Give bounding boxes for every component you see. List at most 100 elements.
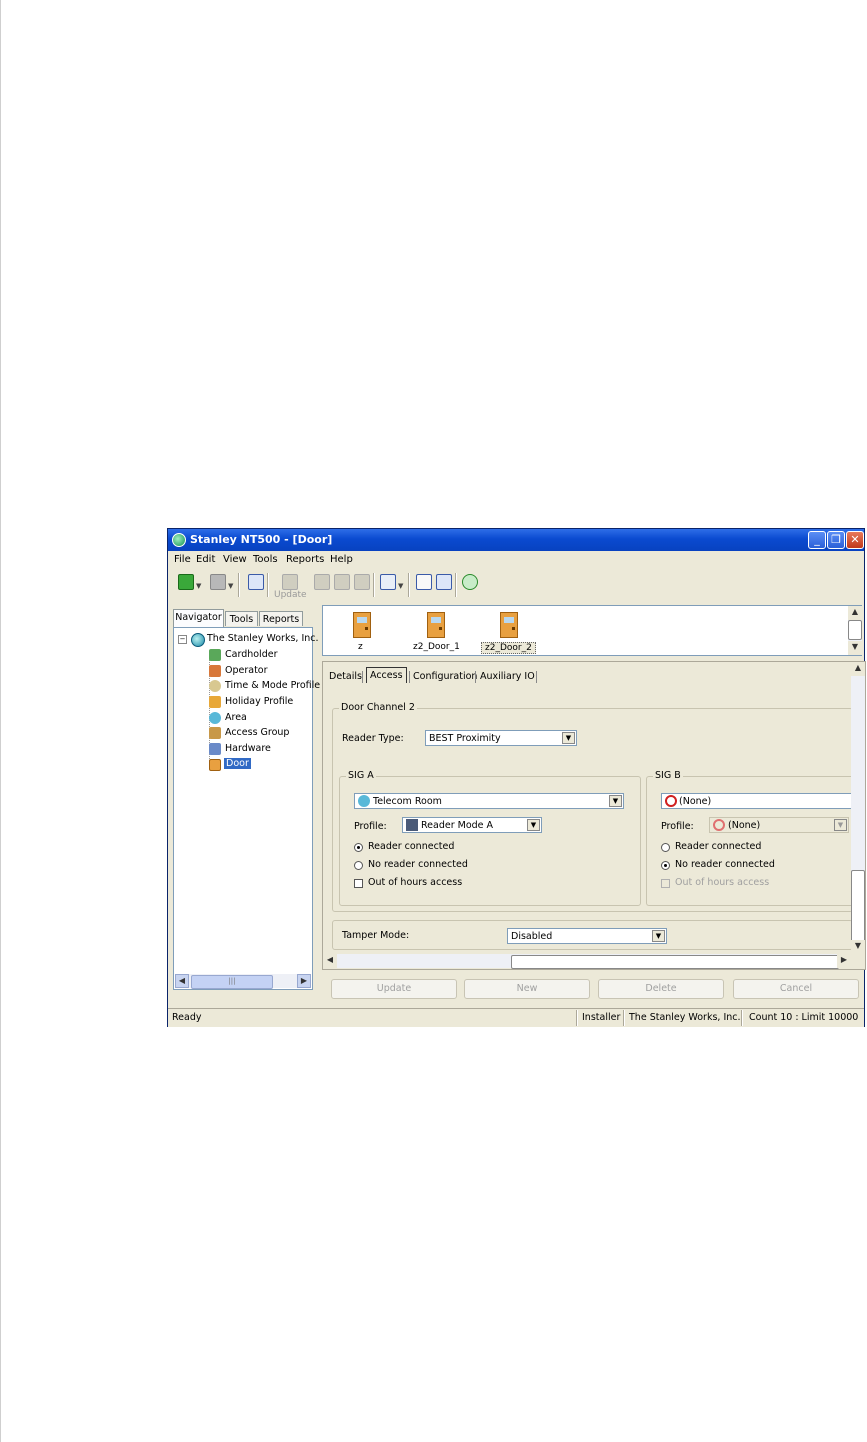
door-channel-group: Door Channel 2 Reader Type: BEST Proximi… xyxy=(332,702,855,912)
view-icon[interactable] xyxy=(380,574,396,590)
sig-b-reader-connected-radio[interactable] xyxy=(661,843,670,852)
list-vertical-scrollbar[interactable]: ▲ ▼ xyxy=(848,606,862,655)
sig-a-out-of-hours-checkbox[interactable] xyxy=(354,879,363,888)
record-prev-icon[interactable] xyxy=(334,574,350,590)
scroll-down-icon[interactable]: ▼ xyxy=(851,940,865,954)
tree-item-cardholder[interactable]: Cardholder xyxy=(225,649,277,660)
scroll-thumb[interactable] xyxy=(511,955,839,969)
back-dropdown-icon[interactable]: ▼ xyxy=(196,582,201,590)
cancel-button[interactable]: Cancel xyxy=(733,979,859,999)
menu-reports[interactable]: Reports xyxy=(286,554,324,565)
holiday-icon xyxy=(209,696,221,708)
scroll-right-icon[interactable]: ▶ xyxy=(297,974,311,988)
forward-dropdown-icon[interactable]: ▼ xyxy=(228,582,233,590)
tree-item-door[interactable]: Door xyxy=(224,758,251,769)
door-icon[interactable] xyxy=(353,612,371,638)
navigator-tree: − The Stanley Works, Inc. Cardholder Ope… xyxy=(173,627,320,990)
tab-configuration[interactable]: Configuration xyxy=(413,669,477,684)
chevron-down-icon[interactable]: ▼ xyxy=(527,819,540,831)
new-button[interactable]: New xyxy=(464,979,590,999)
tree-horizontal-scrollbar[interactable]: ◀ ||| ▶ xyxy=(175,974,311,989)
tree-item-holiday-profile[interactable]: Holiday Profile xyxy=(225,696,293,707)
door-icon[interactable] xyxy=(427,612,445,638)
scroll-thumb[interactable] xyxy=(848,620,862,640)
view-dropdown-icon[interactable]: ▼ xyxy=(398,582,403,590)
edit-icon[interactable] xyxy=(416,574,432,590)
tree-root[interactable]: The Stanley Works, Inc. xyxy=(207,633,319,644)
door-item-label[interactable]: z xyxy=(358,642,363,652)
update-button[interactable]: Update xyxy=(331,979,457,999)
tree-item-operator[interactable]: Operator xyxy=(225,665,268,676)
sig-a-reader-connected-radio[interactable] xyxy=(354,843,363,852)
tab-navigator[interactable]: Navigator xyxy=(173,609,224,627)
menu-edit[interactable]: Edit xyxy=(196,554,215,565)
toolbar-separator xyxy=(238,573,240,597)
reader-type-select[interactable]: BEST Proximity ▼ xyxy=(425,730,577,746)
status-divider xyxy=(623,1010,625,1026)
scroll-left-icon[interactable]: ◀ xyxy=(323,954,337,968)
menu-tools[interactable]: Tools xyxy=(253,554,278,565)
properties-icon[interactable] xyxy=(436,574,452,590)
scroll-down-icon[interactable]: ▼ xyxy=(848,641,862,655)
sig-b-area-select[interactable]: (None) xyxy=(661,793,855,809)
collapse-toggle[interactable]: − xyxy=(178,635,187,644)
menu-view[interactable]: View xyxy=(223,554,247,565)
refresh-icon[interactable] xyxy=(462,574,478,590)
scroll-right-icon[interactable]: ▶ xyxy=(837,954,851,968)
tab-reports[interactable]: Reports xyxy=(259,611,303,626)
chevron-down-icon[interactable]: ▼ xyxy=(834,819,847,831)
sig-b-no-reader-radio[interactable] xyxy=(661,861,670,870)
tab-separator xyxy=(536,671,537,683)
record-first-icon[interactable] xyxy=(314,574,330,590)
tree-item-access-group[interactable]: Access Group xyxy=(225,727,289,738)
chevron-down-icon[interactable]: ▼ xyxy=(609,795,622,807)
panel-vertical-scrollbar[interactable]: ▲ ▼ xyxy=(851,662,865,954)
update-icon[interactable] xyxy=(282,574,298,590)
close-button[interactable]: ✕ xyxy=(846,531,864,549)
record-next-icon[interactable] xyxy=(354,574,370,590)
tamper-mode-value: Disabled xyxy=(511,931,553,942)
chevron-down-icon[interactable]: ▼ xyxy=(562,732,575,744)
maximize-button[interactable]: ❐ xyxy=(827,531,845,549)
menu-file[interactable]: File xyxy=(174,554,191,565)
chevron-down-icon[interactable]: ▼ xyxy=(652,930,665,942)
toolbar-separator xyxy=(408,573,410,597)
forward-icon[interactable] xyxy=(210,574,226,590)
tab-auxiliary-io[interactable]: Auxiliary IO xyxy=(480,669,535,684)
sig-b-profile-value: (None) xyxy=(728,820,761,831)
reader-type-value: BEST Proximity xyxy=(429,733,501,744)
scroll-thumb[interactable]: ||| xyxy=(191,975,273,989)
panel-horizontal-scrollbar[interactable]: ◀ ▶ xyxy=(323,954,851,969)
door-icon[interactable] xyxy=(500,612,518,638)
sig-b-profile-select[interactable]: (None) ▼ xyxy=(709,817,849,833)
scroll-up-icon[interactable]: ▲ xyxy=(851,662,865,676)
door-item-label[interactable]: z2_Door_1 xyxy=(413,642,460,652)
delete-button[interactable]: Delete xyxy=(598,979,724,999)
status-count: Count 10 : Limit 10000 xyxy=(749,1012,859,1023)
scroll-up-icon[interactable]: ▲ xyxy=(848,606,862,620)
tree-item-area[interactable]: Area xyxy=(225,712,247,723)
menu-help[interactable]: Help xyxy=(330,554,353,565)
tab-tools[interactable]: Tools xyxy=(225,611,258,626)
sig-b-no-reader-label: No reader connected xyxy=(675,859,775,870)
tab-details[interactable]: Details xyxy=(329,669,362,684)
scroll-thumb[interactable] xyxy=(851,870,865,942)
minimize-button[interactable]: _ xyxy=(808,531,826,549)
sig-a-group: SIG A Telecom Room ▼ Profile: Reader Mod… xyxy=(339,770,641,906)
tab-access[interactable]: Access xyxy=(366,667,407,683)
sig-a-profile-select[interactable]: Reader Mode A ▼ xyxy=(402,817,542,833)
cardholder-icon xyxy=(209,649,221,661)
door-list: z z2_Door_1 z2_Door_2 ▲ ▼ xyxy=(322,605,862,656)
sig-b-reader-connected-label: Reader connected xyxy=(675,841,762,852)
scroll-left-icon[interactable]: ◀ xyxy=(175,974,189,988)
back-icon[interactable] xyxy=(178,574,194,590)
sig-a-no-reader-radio[interactable] xyxy=(354,861,363,870)
door-item-selected-label[interactable]: z2_Door_2 xyxy=(481,642,536,654)
tree-item-time-mode-profile[interactable]: Time & Mode Profile xyxy=(225,680,320,691)
tree-item-hardware[interactable]: Hardware xyxy=(225,743,271,754)
sig-a-area-select[interactable]: Telecom Room ▼ xyxy=(354,793,624,809)
detail-panel: Details Access Configuration Auxiliary I… xyxy=(322,661,866,970)
panel-toggle-icon[interactable] xyxy=(248,574,264,590)
sig-b-out-of-hours-checkbox[interactable] xyxy=(661,879,670,888)
tamper-mode-select[interactable]: Disabled ▼ xyxy=(507,928,667,944)
